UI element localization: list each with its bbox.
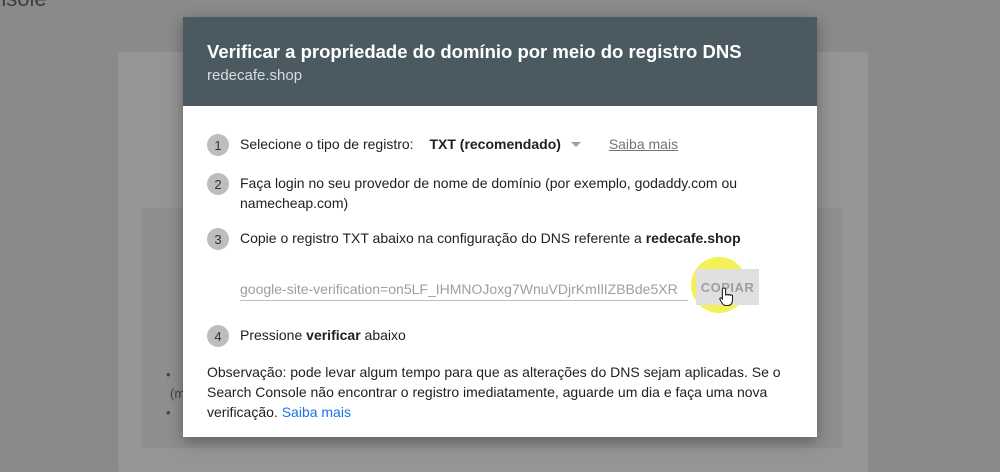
verify-emphasis: verificar <box>306 327 361 343</box>
record-type-label: Selecione o tipo de registro: <box>240 136 414 152</box>
step-number: 4 <box>207 325 229 347</box>
step-text-prefix: Copie o registro TXT abaixo na configura… <box>240 230 646 246</box>
txt-record-field[interactable]: google-site-verification=on5LF_IHMNOJoxg… <box>240 281 688 301</box>
step-3: 3 Copie o registro TXT abaixo na configu… <box>207 228 741 250</box>
step-text-suffix: abaixo <box>360 327 406 343</box>
step-text: Selecione o tipo de registro: TXT (recom… <box>240 134 678 154</box>
caret-down-icon <box>570 141 581 147</box>
step-text: Copie o registro TXT abaixo na configura… <box>240 228 741 248</box>
step-number: 3 <box>207 228 229 250</box>
dns-note: Observação: pode levar algum tempo para … <box>207 362 787 422</box>
dialog-header: Verificar a propriedade do domínio por m… <box>183 17 817 106</box>
step-1: 1 Selecione o tipo de registro: TXT (rec… <box>207 134 678 156</box>
background-page-title: nsole <box>0 0 47 12</box>
background-list-bullet: • <box>166 405 171 420</box>
step-2: 2 Faça login no seu provedor de nome de … <box>207 173 747 213</box>
dialog-subtitle: redecafe.shop <box>207 67 303 84</box>
background-list-bullet: • <box>166 367 171 382</box>
step-text-prefix: Pressione <box>240 327 307 343</box>
dns-verification-dialog: Verificar a propriedade do domínio por m… <box>183 17 817 437</box>
step-text: Faça login no seu provedor de nome de do… <box>240 175 738 211</box>
domain-name: redecafe.shop <box>645 230 741 246</box>
hand-cursor-icon <box>719 287 734 307</box>
step-text: Pressione verificar abaixo <box>240 325 406 345</box>
step-number: 2 <box>207 173 229 195</box>
record-type-value: TXT (recomendado) <box>429 136 561 152</box>
step-number: 1 <box>207 134 229 156</box>
learn-more-link[interactable]: Saiba mais <box>609 136 678 152</box>
dialog-title: Verificar a propriedade do domínio por m… <box>207 41 742 62</box>
record-type-select[interactable]: TXT (recomendado) <box>429 134 581 154</box>
note-learn-more-link[interactable]: Saiba mais <box>282 404 351 420</box>
step-4: 4 Pressione verificar abaixo <box>207 325 406 347</box>
